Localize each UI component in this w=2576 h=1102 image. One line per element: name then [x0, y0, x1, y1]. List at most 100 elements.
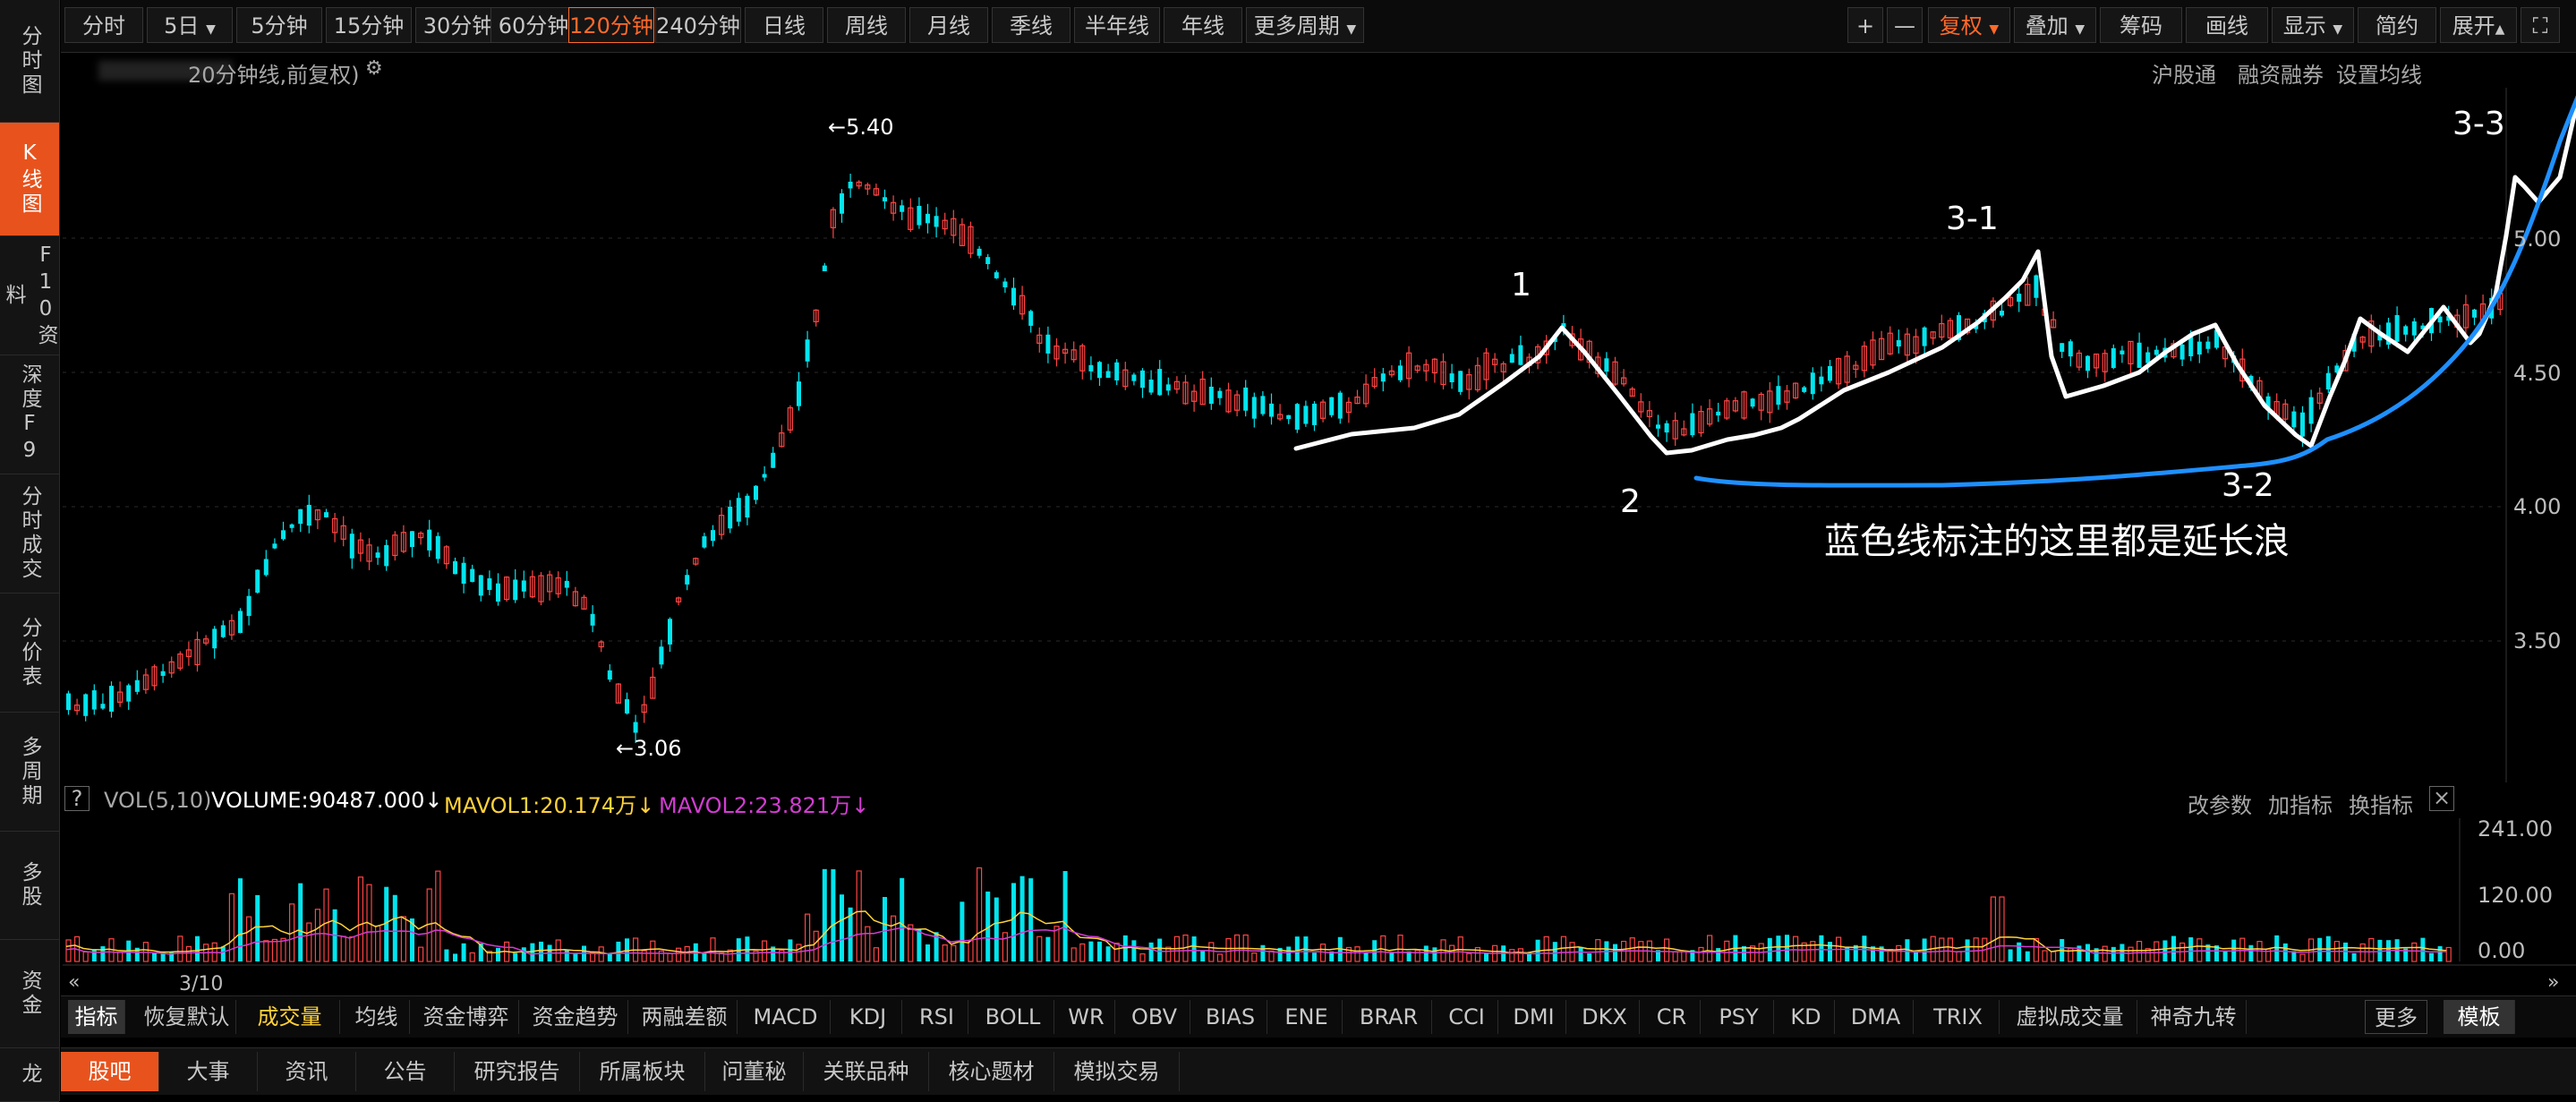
- tab-suoshu-bankuai[interactable]: 所属板块: [580, 1052, 705, 1091]
- tab-dmi[interactable]: DMI: [1502, 1000, 1566, 1034]
- volume-indicator-name[interactable]: VOL(5,10): [104, 788, 211, 813]
- tab-dma[interactable]: DMA: [1838, 1000, 1914, 1034]
- tab-zixun[interactable]: 资讯: [258, 1052, 356, 1091]
- period-30min[interactable]: 30分钟: [415, 7, 501, 43]
- huanzhibiao-link[interactable]: 换指标: [2349, 788, 2413, 819]
- tab-cr[interactable]: CR: [1643, 1000, 1701, 1034]
- left-sidebar: 分时图 K线图 F10资料 深度F9 分时成交 分价表 多周期 多股 资金 龙: [0, 0, 60, 1102]
- tab-trix[interactable]: TRIX: [1917, 1000, 2000, 1034]
- chouma-button[interactable]: 筹码: [2100, 7, 2182, 43]
- tab-zijin-qushi[interactable]: 资金趋势: [523, 1000, 628, 1034]
- xianshi-dropdown[interactable]: 显示 ▼: [2272, 7, 2354, 43]
- tab-chengjiaoliang[interactable]: 成交量: [240, 1000, 340, 1034]
- tab-kd[interactable]: KD: [1778, 1000, 1835, 1034]
- period-daily[interactable]: 日线: [745, 7, 823, 43]
- period-more[interactable]: 更多周期 ▼: [1246, 7, 1364, 43]
- candle-body: [2411, 321, 2417, 336]
- tab-ene[interactable]: ENE: [1271, 1000, 1343, 1034]
- sidebar-item-fenjiabiao[interactable]: 分价表: [0, 594, 59, 713]
- wave-2-label: 2: [1620, 483, 1641, 520]
- sidebar-item-kline[interactable]: K线图: [0, 123, 59, 236]
- gaicanshu-link[interactable]: 改参数: [2188, 788, 2252, 819]
- period-15min[interactable]: 15分钟: [326, 7, 412, 43]
- volume-bar: [2154, 941, 2160, 962]
- candle-body: [762, 474, 767, 478]
- period-quarterly[interactable]: 季线: [992, 7, 1070, 43]
- period-weekly[interactable]: 周线: [827, 7, 906, 43]
- tab-huifu-moren[interactable]: 恢复默认: [138, 1000, 236, 1034]
- tab-junxian[interactable]: 均线: [344, 1000, 410, 1034]
- tab-kdj[interactable]: KDJ: [834, 1000, 902, 1034]
- tab-wr[interactable]: WR: [1058, 1000, 1115, 1034]
- sidebar-item-long[interactable]: 龙: [0, 1048, 59, 1102]
- sidebar-item-zijin[interactable]: 资金: [0, 940, 59, 1048]
- period-yearly[interactable]: 年线: [1164, 7, 1242, 43]
- sidebar-item-fenshi[interactable]: 分时图: [0, 0, 59, 123]
- volume-bar: [2437, 945, 2443, 961]
- zoom-out-button[interactable]: —: [1887, 7, 1923, 43]
- tab-brar[interactable]: BRAR: [1346, 1000, 1432, 1034]
- tab-shenqi-jiuzhuan[interactable]: 神奇九转: [2141, 1000, 2247, 1034]
- sidebar-item-duozhouqi[interactable]: 多周期: [0, 713, 59, 832]
- period-monthly[interactable]: 月线: [909, 7, 988, 43]
- gear-icon[interactable]: ⚙: [365, 57, 383, 80]
- period-60min[interactable]: 60分钟: [490, 7, 576, 43]
- more-indicators-button[interactable]: 更多: [2365, 1000, 2427, 1034]
- zhankai-button[interactable]: 展开▲: [2440, 7, 2517, 43]
- sidebar-item-label: F10资料: [2, 243, 57, 348]
- sidebar-item-f10[interactable]: F10资料: [0, 236, 59, 355]
- tab-wen-dongmi[interactable]: 问董秘: [705, 1052, 804, 1091]
- sidebar-item-fenshi-chengjiao[interactable]: 分时成交: [0, 474, 59, 594]
- kline-chart[interactable]: ←5.40 ←3.06 1 2 3-1 3-2 3-3 蓝色线标注的这里都是延长…: [63, 88, 2576, 782]
- tab-dashi[interactable]: 大事: [159, 1052, 258, 1091]
- candle-body: [1828, 365, 1832, 381]
- sidebar-item-label: 多股: [18, 861, 41, 910]
- tab-cci[interactable]: CCI: [1436, 1000, 1498, 1034]
- tab-guanlian-pinzhong[interactable]: 关联品种: [804, 1052, 929, 1091]
- tab-bias[interactable]: BIAS: [1194, 1000, 1267, 1034]
- zoom-in-button[interactable]: +: [1847, 7, 1883, 43]
- scroll-left-icon[interactable]: «: [68, 971, 80, 994]
- jianyue-button[interactable]: 简约: [2358, 7, 2436, 43]
- volume-bar: [1672, 951, 1678, 962]
- period-halfyear[interactable]: 半年线: [1074, 7, 1160, 43]
- tab-xuni-chengjiaoliang[interactable]: 虚拟成交量: [2003, 1000, 2137, 1034]
- tab-moni-jiaoyi[interactable]: 模拟交易: [1054, 1052, 1180, 1091]
- huaxian-button[interactable]: 画线: [2186, 7, 2268, 43]
- zhankai-label: 展开: [2452, 13, 2495, 38]
- close-icon[interactable]: ×: [2429, 786, 2454, 811]
- fullscreen-icon[interactable]: ⛶: [2521, 7, 2560, 43]
- tab-rsi[interactable]: RSI: [906, 1000, 968, 1034]
- volume-bar: [1706, 935, 1713, 962]
- tab-liangrong-chae[interactable]: 两融差额: [632, 1000, 738, 1034]
- tab-boll[interactable]: BOLL: [972, 1000, 1054, 1034]
- tab-zijin-boyi[interactable]: 资金博弈: [414, 1000, 519, 1034]
- period-240min[interactable]: 240分钟: [655, 7, 741, 43]
- template-button[interactable]: 模板: [2444, 1000, 2515, 1034]
- tab-yanjiu-baogao[interactable]: 研究报告: [455, 1052, 580, 1091]
- tab-hexin-ticai[interactable]: 核心题材: [929, 1052, 1054, 1091]
- hugutong-link[interactable]: 沪股通: [2152, 57, 2216, 89]
- tab-guba[interactable]: 股吧: [61, 1052, 159, 1091]
- shezhi-junxian-link[interactable]: 设置均线: [2336, 57, 2422, 89]
- tab-psy[interactable]: PSY: [1704, 1000, 1774, 1034]
- sidebar-item-f9[interactable]: 深度F9: [0, 355, 59, 474]
- diejia-dropdown[interactable]: 叠加 ▼: [2014, 7, 2096, 43]
- scroll-right-icon[interactable]: »: [2547, 971, 2559, 994]
- tab-macd[interactable]: MACD: [741, 1000, 831, 1034]
- tab-zhibiao[interactable]: 指标: [68, 1000, 125, 1034]
- volume-chart[interactable]: 241.00 120.00 0.00 « 3/10 »: [63, 818, 2576, 995]
- tab-dkx[interactable]: DKX: [1570, 1000, 1640, 1034]
- period-5min[interactable]: 5分钟: [236, 7, 322, 43]
- jiazhibiao-link[interactable]: 加指标: [2268, 788, 2333, 819]
- rongzi-link[interactable]: 融资融券: [2238, 57, 2324, 89]
- volume-bar: [1543, 935, 1549, 962]
- sidebar-item-duogu[interactable]: 多股: [0, 832, 59, 940]
- period-120min[interactable]: 120分钟: [568, 7, 654, 43]
- period-5day[interactable]: 5日 ▼: [147, 7, 233, 43]
- period-fenshi[interactable]: 分时: [64, 7, 143, 43]
- fuquan-dropdown[interactable]: 复权 ▼: [1928, 7, 2010, 43]
- tab-gonggao[interactable]: 公告: [356, 1052, 455, 1091]
- help-button[interactable]: ?: [64, 786, 90, 811]
- tab-obv[interactable]: OBV: [1119, 1000, 1190, 1034]
